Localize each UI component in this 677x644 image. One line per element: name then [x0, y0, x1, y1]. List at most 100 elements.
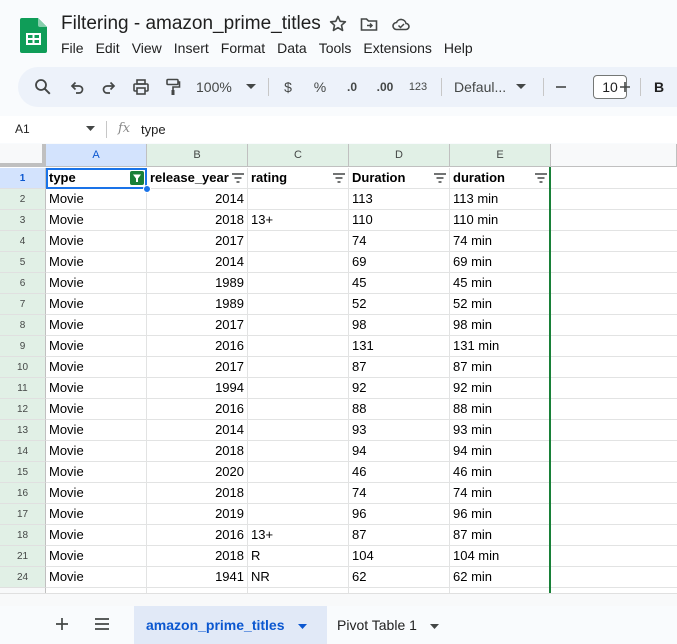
table-cell[interactable]: 88 [349, 399, 450, 420]
table-cell[interactable]: 69 min [450, 252, 551, 273]
table-cell[interactable]: 74 min [450, 231, 551, 252]
filter-icon[interactable] [130, 171, 144, 185]
decrease-font-size-button[interactable] [552, 75, 570, 99]
table-cell[interactable] [248, 273, 349, 294]
column-header-e[interactable]: E [450, 144, 551, 167]
empty-cell[interactable] [551, 336, 677, 357]
table-cell[interactable]: 13+ [248, 210, 349, 231]
font-family-select[interactable]: Defaul... [454, 75, 530, 99]
row-header[interactable]: 6 [0, 273, 46, 294]
table-cell[interactable]: 98 [349, 315, 450, 336]
document-title[interactable]: Filtering - amazon_prime_titles [61, 13, 321, 35]
filter-icon[interactable] [434, 173, 446, 183]
table-cell[interactable]: Movie [46, 231, 147, 252]
decrease-decimal-button[interactable]: .0 [340, 75, 364, 99]
name-box[interactable]: A1 [15, 122, 30, 136]
table-cell[interactable]: Movie [46, 378, 147, 399]
filter-icon[interactable] [333, 173, 345, 183]
table-cell[interactable]: Movie [46, 294, 147, 315]
table-cell[interactable]: 93 min [450, 420, 551, 441]
percent-format-button[interactable]: % [312, 75, 328, 99]
row-header[interactable]: 1 [0, 168, 46, 189]
table-cell[interactable]: 2014 [147, 252, 248, 273]
spreadsheet-grid[interactable]: A B C D E 1 type release_year rating Duration dura… [0, 144, 677, 606]
table-cell[interactable]: 1989 [147, 273, 248, 294]
row-header[interactable]: 16 [0, 483, 46, 504]
table-cell[interactable]: 2014 [147, 420, 248, 441]
row-header[interactable]: 10 [0, 357, 46, 378]
table-cell[interactable]: 131 [349, 336, 450, 357]
empty-cell[interactable] [551, 357, 677, 378]
cloud-saved-icon[interactable] [391, 14, 411, 34]
table-cell[interactable]: 1989 [147, 294, 248, 315]
print-button[interactable] [130, 75, 152, 99]
table-cell[interactable]: 1941 [147, 567, 248, 588]
row-header[interactable]: 13 [0, 420, 46, 441]
empty-cell[interactable] [551, 483, 677, 504]
empty-cell[interactable] [551, 294, 677, 315]
empty-cell[interactable] [551, 315, 677, 336]
table-cell[interactable]: 87 min [450, 525, 551, 546]
empty-cell[interactable] [551, 462, 677, 483]
table-cell[interactable]: 1994 [147, 378, 248, 399]
table-cell[interactable]: 87 min [450, 357, 551, 378]
column-header-b[interactable]: B [147, 144, 248, 167]
table-cell[interactable]: Movie [46, 567, 147, 588]
menu-view[interactable]: View [132, 39, 162, 57]
menu-extensions[interactable]: Extensions [363, 39, 431, 57]
table-cell[interactable] [248, 462, 349, 483]
empty-cell[interactable] [551, 168, 677, 189]
add-sheet-icon[interactable] [55, 617, 69, 631]
table-cell[interactable] [248, 441, 349, 462]
menu-format[interactable]: Format [221, 39, 265, 57]
table-cell[interactable] [248, 399, 349, 420]
table-cell[interactable] [248, 483, 349, 504]
table-cell[interactable] [248, 357, 349, 378]
empty-cell[interactable] [551, 525, 677, 546]
row-header[interactable]: 5 [0, 252, 46, 273]
table-cell[interactable]: 2014 [147, 189, 248, 210]
currency-format-button[interactable]: $ [280, 75, 296, 99]
table-cell[interactable]: 96 [349, 504, 450, 525]
menu-edit[interactable]: Edit [96, 39, 120, 57]
table-cell[interactable]: 94 min [450, 441, 551, 462]
formula-input[interactable]: type [141, 122, 166, 137]
table-cell[interactable]: 110 min [450, 210, 551, 231]
table-cell[interactable]: 2017 [147, 315, 248, 336]
table-cell[interactable]: 2018 [147, 546, 248, 567]
table-cell[interactable]: Movie [46, 441, 147, 462]
empty-cell[interactable] [551, 252, 677, 273]
table-cell[interactable]: 46 min [450, 462, 551, 483]
empty-cell[interactable] [551, 189, 677, 210]
table-cell[interactable]: 104 [349, 546, 450, 567]
table-cell[interactable] [248, 252, 349, 273]
table-cell[interactable]: 98 min [450, 315, 551, 336]
row-header[interactable]: 9 [0, 336, 46, 357]
paint-format-button[interactable] [162, 75, 184, 99]
table-cell[interactable]: 2017 [147, 231, 248, 252]
row-header[interactable]: 15 [0, 462, 46, 483]
table-cell[interactable] [248, 315, 349, 336]
table-cell[interactable]: 52 [349, 294, 450, 315]
increase-font-size-button[interactable] [616, 75, 634, 99]
table-cell[interactable] [248, 336, 349, 357]
table-cell[interactable]: 88 min [450, 399, 551, 420]
table-cell[interactable]: 45 min [450, 273, 551, 294]
table-cell[interactable]: 74 [349, 231, 450, 252]
table-cell[interactable]: 87 [349, 357, 450, 378]
column-header-d[interactable]: D [349, 144, 450, 167]
redo-button[interactable] [98, 75, 120, 99]
table-cell[interactable]: 96 min [450, 504, 551, 525]
zoom-select[interactable]: 100% [196, 75, 256, 99]
all-sheets-icon[interactable] [94, 617, 110, 631]
table-cell[interactable]: Movie [46, 546, 147, 567]
bold-button[interactable]: B [651, 75, 667, 99]
empty-cell[interactable] [551, 399, 677, 420]
table-cell[interactable]: 131 min [450, 336, 551, 357]
table-cell[interactable]: 110 [349, 210, 450, 231]
search-menus-button[interactable] [32, 75, 54, 99]
table-cell[interactable] [248, 378, 349, 399]
row-header[interactable]: 17 [0, 504, 46, 525]
row-header[interactable]: 4 [0, 231, 46, 252]
table-cell[interactable]: Movie [46, 462, 147, 483]
